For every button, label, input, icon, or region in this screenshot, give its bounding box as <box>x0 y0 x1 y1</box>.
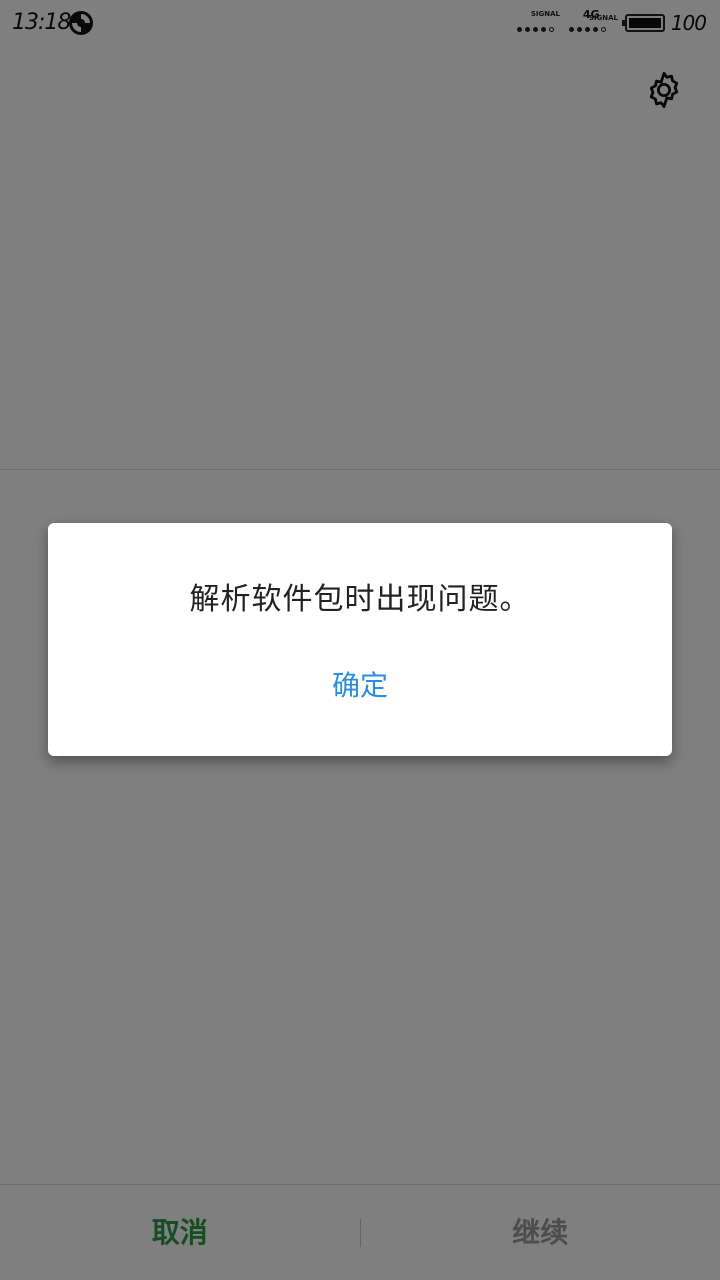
ok-button[interactable]: 确定 <box>300 658 420 714</box>
error-dialog <box>48 523 672 756</box>
installer-screen: 13:18 SIGNAL 4G SIGNAL <box>0 0 720 1280</box>
dialog-message: 解析软件包时出现问题。 <box>189 582 531 617</box>
